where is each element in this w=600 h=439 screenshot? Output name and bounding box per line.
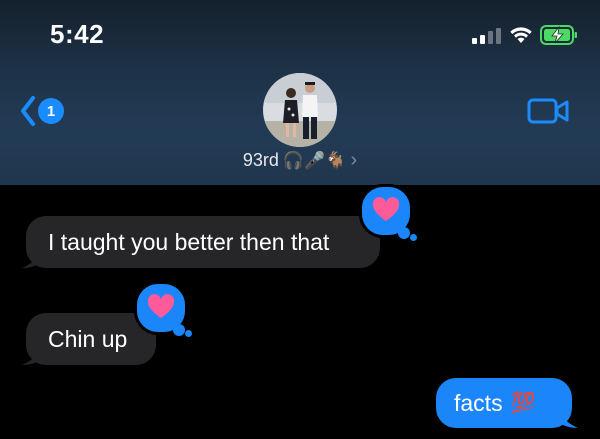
back-chevron-icon	[21, 96, 35, 126]
reaction-bubble-dot	[185, 330, 192, 337]
wifi-icon	[510, 27, 532, 43]
reaction-bubble-dot	[410, 234, 417, 241]
unread-count-badge: 1	[38, 98, 64, 124]
message-text: I taught you better then that	[48, 228, 330, 255]
video-call-icon[interactable]	[527, 97, 569, 125]
contact-name-button[interactable]: 93rd 🎧🎤🐐 ›	[0, 149, 600, 172]
incoming-message-bubble[interactable]: I taught you better then that	[26, 216, 380, 268]
message-text: Chin up	[48, 325, 128, 352]
contact-avatar[interactable]	[263, 73, 337, 147]
signal-icon	[472, 28, 501, 44]
outgoing-message-bubble[interactable]: facts 💯	[436, 378, 572, 428]
conversation-header: 5:42 1 93rd 🎧🎤🐐 ›	[0, 0, 600, 185]
contact-emojis: 🎧🎤🐐	[282, 150, 347, 170]
message-text: facts	[454, 389, 503, 416]
hundred-points-emoji: 💯	[510, 392, 536, 414]
battery-charging-icon	[540, 25, 577, 45]
chevron-right-icon: ›	[350, 149, 358, 171]
back-button[interactable]: 1	[20, 93, 80, 129]
reaction-bubble-dot	[398, 227, 410, 239]
reaction-bubble-dot	[173, 324, 185, 336]
contact-name: 93rd	[242, 150, 279, 170]
status-time: 5:42	[50, 19, 105, 49]
